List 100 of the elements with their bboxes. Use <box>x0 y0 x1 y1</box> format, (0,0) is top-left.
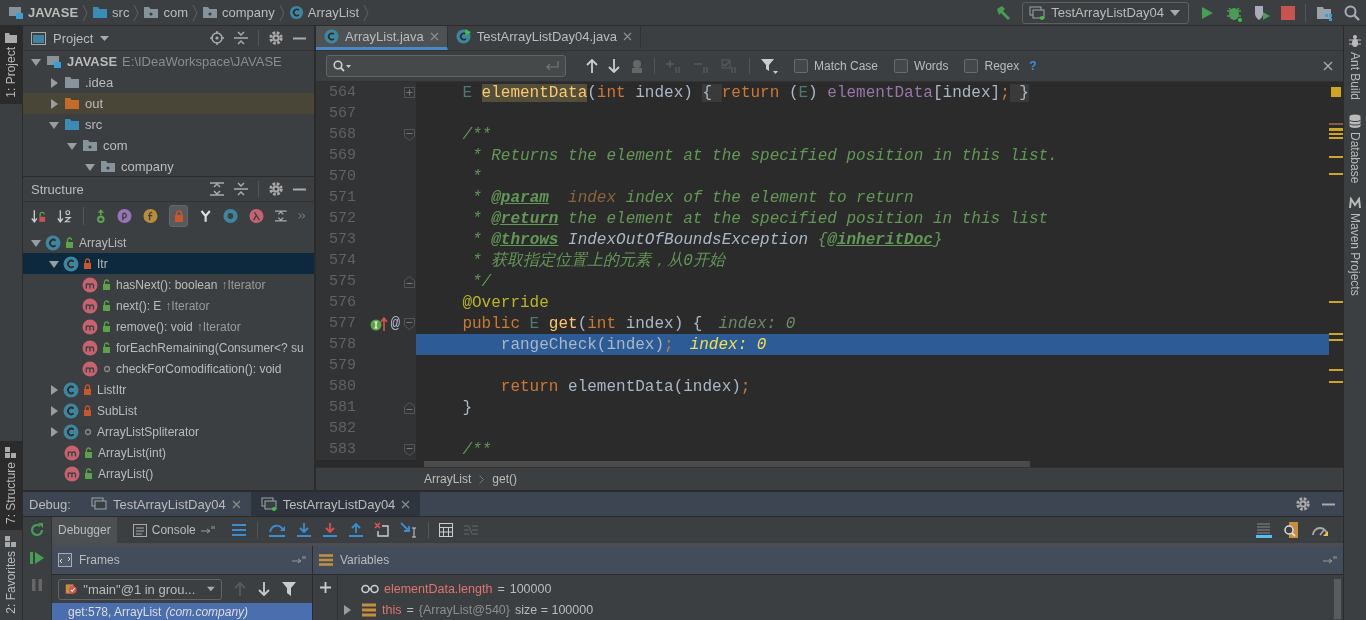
fold-marker-icon[interactable] <box>404 317 415 330</box>
settings-icon[interactable] <box>269 182 283 196</box>
branch-icon[interactable] <box>198 208 213 224</box>
collapse-all-icon[interactable] <box>234 31 248 45</box>
close-icon[interactable] <box>401 499 411 509</box>
breadcrumb-item[interactable]: JAVASE <box>8 5 79 20</box>
structure-tree-item[interactable]: forEachRemaining(Consumer<? su <box>23 337 314 358</box>
fold-expand-icon[interactable] <box>404 87 415 98</box>
pin-icon[interactable] <box>292 556 306 564</box>
stop-icon[interactable] <box>1281 5 1295 20</box>
step-into-icon[interactable] <box>295 522 312 538</box>
tool-window-tab[interactable]: 2: Favorites <box>0 530 22 620</box>
threads-icon[interactable] <box>1255 521 1273 539</box>
variable-row[interactable]: elementData.length = 100000 <box>338 578 1334 599</box>
structure-tree-item[interactable]: next(): E ↑Iterator <box>23 295 314 316</box>
locate-icon[interactable] <box>210 31 224 45</box>
fold-marker-icon[interactable] <box>404 128 415 141</box>
step-out-icon[interactable] <box>347 522 364 538</box>
thread-dropdown[interactable]: "main"@1 in grou... <box>58 578 222 600</box>
horizontal-scrollbar[interactable] <box>424 461 1030 467</box>
filter-icon[interactable] <box>282 582 296 596</box>
help-link[interactable]: ? <box>1029 59 1037 73</box>
structure-tree-item[interactable]: ArrayList() <box>23 463 314 484</box>
structure-tree-item[interactable]: remove(): void ↑Iterator <box>23 316 314 337</box>
hammer-icon[interactable] <box>994 3 1013 22</box>
force-step-into-icon[interactable] <box>321 522 338 538</box>
debugger-subtab[interactable]: Debugger <box>52 517 117 543</box>
debugger-subtab[interactable]: Console <box>126 517 221 543</box>
fold-marker-icon[interactable] <box>404 275 415 288</box>
run-to-cursor-icon[interactable] <box>399 522 418 538</box>
project-tree-item[interactable]: JAVASE E:\IDeaWorkspace\JAVASE <box>23 51 314 72</box>
circle-icon[interactable] <box>223 207 239 225</box>
tool-window-tab[interactable]: 1: Project <box>0 26 22 104</box>
tool-window-tab[interactable]: Ant Build <box>1348 34 1362 101</box>
resume-icon[interactable] <box>29 550 45 566</box>
fold-marker-icon[interactable] <box>404 443 415 456</box>
breadcrumb-item[interactable]: src <box>92 5 130 20</box>
structure-tree-item[interactable]: ArrayList(int) <box>23 442 314 463</box>
step-over-icon[interactable] <box>267 522 286 538</box>
select-all-icon[interactable] <box>630 59 644 73</box>
more-icon[interactable] <box>297 212 306 220</box>
lambda-icon[interactable] <box>249 207 265 225</box>
project-tree-item[interactable]: src <box>23 114 314 135</box>
run-configuration-dropdown[interactable]: TestArrayListDay04 <box>1022 1 1189 24</box>
structure-tree-item[interactable]: checkForComodification(): void <box>23 358 314 379</box>
memory-view-icon[interactable] <box>1283 521 1301 539</box>
filter-icon[interactable] <box>760 58 778 74</box>
structure-tree-item[interactable]: ListItr <box>23 379 314 400</box>
expand-all-icon[interactable] <box>210 182 224 196</box>
fold-marker-icon[interactable] <box>404 401 415 414</box>
field-icon[interactable] <box>143 207 159 225</box>
run-icon[interactable] <box>1199 4 1215 21</box>
structure-tree-item[interactable]: hasNext(): boolean ↑Iterator <box>23 274 314 295</box>
search-option-checkbox[interactable]: Regex <box>964 59 1020 73</box>
structure-tree-item[interactable]: Itr <box>23 253 314 274</box>
project-tree-item[interactable]: .idea <box>23 72 314 93</box>
project-tree-item[interactable]: company <box>23 156 314 176</box>
stack-frame-item[interactable]: get:578, ArrayList (com.company) <box>52 603 312 620</box>
arrow-down-icon[interactable] <box>258 582 270 596</box>
close-icon[interactable] <box>429 32 439 41</box>
debug-session-tab[interactable]: TestArrayListDay04 <box>80 492 251 516</box>
tool-window-tab[interactable]: 7: Structure <box>0 441 22 531</box>
pause-icon[interactable] <box>31 578 43 592</box>
structure-tree-item[interactable]: ArrayList <box>23 232 314 253</box>
search-field[interactable] <box>326 55 566 77</box>
expand-all-icon[interactable] <box>275 209 287 223</box>
project-tree-item[interactable]: com <box>23 135 314 156</box>
search-option-checkbox[interactable]: Words <box>894 59 949 73</box>
sort-by-visibility-icon[interactable] <box>31 208 46 224</box>
settings-icon[interactable] <box>1296 497 1310 511</box>
breadcrumb-item[interactable]: get() <box>492 472 518 486</box>
breadcrumb-item[interactable]: ArrayList <box>288 5 360 20</box>
folder-grid-icon[interactable] <box>1316 4 1334 21</box>
close-icon[interactable] <box>622 32 632 41</box>
implements-icon[interactable] <box>370 315 389 332</box>
rerun-icon[interactable] <box>29 522 45 538</box>
show-non-public-toggle[interactable] <box>169 205 188 227</box>
close-icon[interactable] <box>231 499 241 509</box>
expand-arrow-icon[interactable] <box>342 604 352 615</box>
breadcrumb-item[interactable]: com <box>143 5 188 20</box>
structure-tree-item[interactable]: SubList <box>23 400 314 421</box>
breadcrumb-item[interactable]: company <box>202 5 275 20</box>
sort-alphabetically-icon[interactable] <box>56 208 72 224</box>
drop-frame-icon[interactable] <box>373 522 390 538</box>
add-icon[interactable] <box>319 582 331 593</box>
editor-tab[interactable]: ArrayList.java <box>316 26 448 50</box>
calculator-icon[interactable] <box>438 523 453 537</box>
inherited-icon[interactable] <box>94 207 107 225</box>
debug-session-tab[interactable]: TestArrayListDay04 <box>250 492 421 516</box>
property-icon[interactable] <box>117 207 133 225</box>
list-icon[interactable] <box>230 523 247 537</box>
panel-title-dropdown[interactable]: Project <box>31 30 110 46</box>
vertical-scrollbar[interactable] <box>1334 579 1341 619</box>
breadcrumb-item[interactable]: ArrayList <box>424 472 472 486</box>
arrow-down-icon[interactable] <box>608 59 620 73</box>
settings-icon[interactable] <box>269 31 283 45</box>
structure-tree-item[interactable]: ArrayListSpliterator <box>23 421 314 442</box>
search-icon[interactable] <box>1344 4 1360 21</box>
project-tree-item[interactable]: out <box>23 93 314 114</box>
editor-tab[interactable]: TestArrayListDay04.java <box>447 26 641 50</box>
